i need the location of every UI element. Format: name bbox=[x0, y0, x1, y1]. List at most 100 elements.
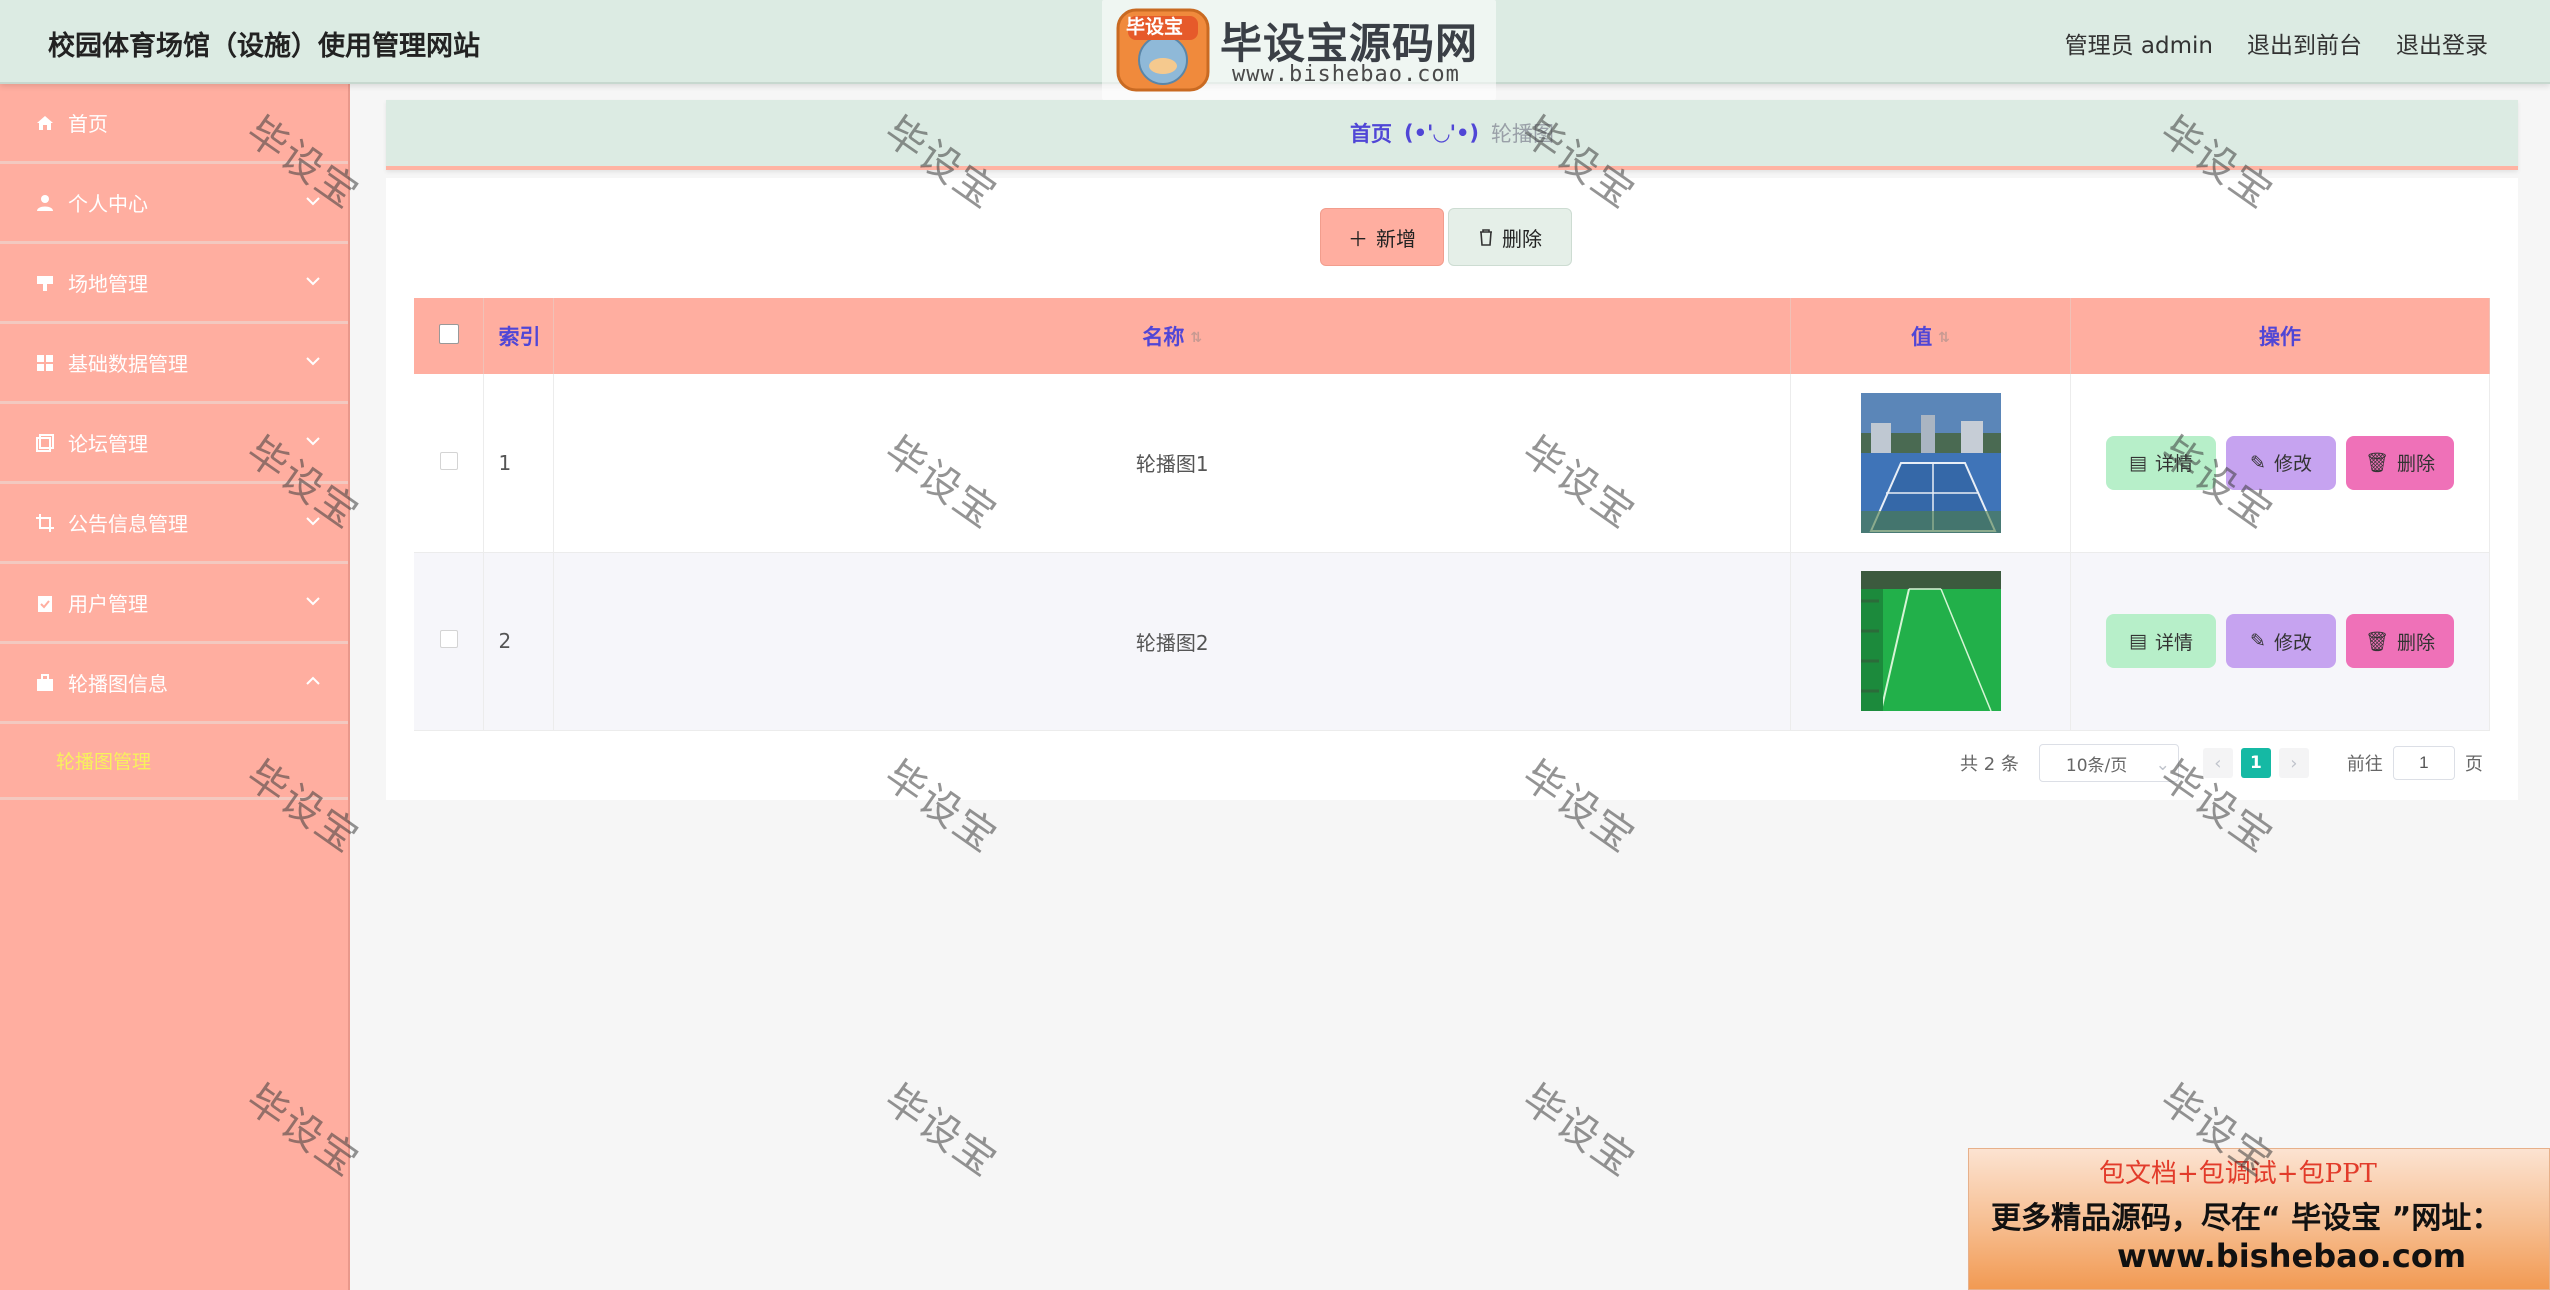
pagination-total: 共 2 条 bbox=[1960, 754, 2019, 775]
sidebar-item-label: 首页 bbox=[68, 112, 108, 136]
header-actions: 管理员 admin 退出到前台 退出登录 bbox=[2065, 26, 2488, 60]
carousel-table: 索引 名称 ⇅ 值 ⇅ 操作 1 轮播图1 ▤ 详情 ✎ 修改 🗑 删除 2 轮… bbox=[414, 298, 2490, 731]
sidebar: 首页 个人中心 场地管理 基础数据管理 论坛管理 公告信息管理 用户管理 轮播图… bbox=[0, 84, 350, 1290]
sidebar-item-label: 场地管理 bbox=[68, 272, 148, 296]
row-checkbox[interactable] bbox=[439, 451, 458, 470]
goto-label: 前往 bbox=[2346, 754, 2383, 775]
page-suffix: 页 bbox=[2464, 754, 2483, 775]
table-header-row: 索引 名称 ⇅ 值 ⇅ 操作 bbox=[414, 298, 2490, 374]
breadcrumb: 首页 (•'◡'•) 轮播图 bbox=[386, 100, 2518, 170]
clipboard-icon bbox=[34, 592, 56, 614]
ad-line-1: 包文档+包调试+包PPT bbox=[2099, 1159, 2377, 1189]
document-icon: ▤ bbox=[2129, 451, 2147, 474]
detail-button[interactable]: ▤ 详情 bbox=[2106, 435, 2216, 490]
admin-label: 管理员 admin bbox=[2064, 33, 2213, 59]
logo-url: www.bishebao.com bbox=[1232, 62, 1460, 87]
edit-button-label: 修改 bbox=[2273, 631, 2312, 654]
edit-button[interactable]: ✎ 修改 bbox=[2226, 614, 2336, 668]
select-all-cell bbox=[414, 298, 485, 374]
chevron-down-icon bbox=[306, 197, 320, 206]
chevron-down-icon bbox=[306, 517, 320, 526]
row-ops-cell: ▤ 详情 ✎ 修改 🗑 删除 bbox=[2070, 552, 2490, 731]
column-header-ops: 操作 bbox=[2070, 298, 2490, 374]
row-name: 轮播图2 bbox=[553, 552, 1792, 731]
sidebar-item-users[interactable]: 用户管理 bbox=[0, 564, 348, 644]
ad-line-2: 更多精品源码，尽在“ 毕设宝 ”网址： bbox=[1991, 1201, 2502, 1236]
chevron-down-icon bbox=[306, 357, 320, 366]
home-icon bbox=[34, 112, 56, 134]
breadcrumb-current: 轮播图 bbox=[1491, 122, 1555, 146]
column-header-index: 索引 bbox=[483, 298, 555, 374]
soccer-field-photo[interactable] bbox=[1860, 571, 2001, 711]
plus-icon: ＋ bbox=[1348, 226, 1368, 251]
document-icon: ▤ bbox=[2129, 630, 2147, 652]
column-header-value[interactable]: 值 ⇅ bbox=[1790, 298, 2071, 374]
edit-button[interactable]: ✎ 修改 bbox=[2226, 435, 2336, 490]
sort-icon[interactable]: ⇅ bbox=[1938, 330, 1950, 346]
trash-icon: 🗑 bbox=[2364, 452, 2390, 475]
watermark-text: 毕设宝 bbox=[1513, 1076, 1644, 1187]
goto-page-input[interactable] bbox=[2392, 746, 2455, 780]
crop-icon bbox=[34, 512, 56, 534]
sidebar-item-forum[interactable]: 论坛管理 bbox=[0, 404, 348, 484]
sidebar-item-carousel[interactable]: 轮播图信息 bbox=[0, 644, 348, 724]
trash-icon bbox=[1480, 229, 1492, 246]
delete-button[interactable]: 🗑 删除 bbox=[2346, 435, 2454, 490]
column-header-name[interactable]: 名称 ⇅ bbox=[553, 298, 1792, 374]
toolbar: ＋ 新增 删除 bbox=[1320, 208, 1572, 266]
batch-delete-label: 删除 bbox=[1502, 226, 1542, 251]
column-header-value-label: 值 bbox=[1911, 325, 1933, 349]
detail-button[interactable]: ▤ 详情 bbox=[2106, 614, 2216, 668]
pencil-icon: ✎ bbox=[2250, 451, 2266, 474]
grid-icon bbox=[34, 352, 56, 374]
breadcrumb-separator: (•'◡'•) bbox=[1403, 121, 1480, 145]
row-check-cell bbox=[414, 374, 485, 553]
column-header-ops-label: 操作 bbox=[2259, 325, 2301, 349]
edit-button-label: 修改 bbox=[2273, 453, 2312, 476]
chevron-down-icon bbox=[306, 437, 320, 446]
prev-page-button[interactable]: ‹ bbox=[2202, 748, 2233, 778]
sidebar-item-label: 轮播图信息 bbox=[68, 672, 168, 696]
column-header-index-label: 索引 bbox=[498, 325, 541, 349]
tennis-court-photo[interactable] bbox=[1860, 392, 2001, 533]
add-button-label: 新增 bbox=[1376, 226, 1416, 251]
ad-banner[interactable]: 包文档+包调试+包PPT 更多精品源码，尽在“ 毕设宝 ”网址： www.bis… bbox=[1968, 1148, 2550, 1290]
row-check-cell bbox=[414, 552, 485, 731]
sidebar-item-label: 论坛管理 bbox=[68, 432, 148, 456]
page-size-select[interactable]: 10条/页 ⌄ bbox=[2038, 744, 2179, 782]
page-size-value: 10条/页 bbox=[2065, 755, 2128, 776]
sidebar-item-venues[interactable]: 场地管理 bbox=[0, 244, 348, 324]
sidebar-item-home[interactable]: 首页 bbox=[0, 84, 348, 164]
content-panel: ＋ 新增 删除 索引 名称 ⇅ 值 ⇅ 操作 1 轮播图1 ▤ 详情 ✎ 修改 … bbox=[386, 178, 2518, 800]
forum-icon bbox=[34, 432, 56, 454]
logo-watermark: 毕设宝 毕设宝源码网 www.bishebao.com bbox=[1102, 0, 1496, 100]
sidebar-item-notices[interactable]: 公告信息管理 bbox=[0, 484, 348, 564]
row-name: 轮播图1 bbox=[553, 374, 1792, 553]
select-all-checkbox[interactable] bbox=[438, 323, 459, 344]
table-row: 2 轮播图2 ▤ 详情 ✎ 修改 🗑 删除 bbox=[414, 552, 2490, 731]
to-front-link[interactable]: 退出到前台 bbox=[2247, 26, 2362, 60]
logout-link[interactable]: 退出登录 bbox=[2396, 26, 2488, 60]
chevron-up-icon bbox=[306, 676, 320, 685]
next-page-button[interactable]: › bbox=[2278, 748, 2309, 778]
column-header-name-label: 名称 bbox=[1142, 325, 1185, 349]
sidebar-item-profile[interactable]: 个人中心 bbox=[0, 164, 348, 244]
watermark-text: 毕设宝 bbox=[875, 1076, 1006, 1187]
delete-button[interactable]: 🗑 删除 bbox=[2346, 614, 2454, 668]
row-value-cell bbox=[1790, 552, 2071, 731]
pagination: 共 2 条 10条/页 ⌄ ‹ 1 › 前往 页 bbox=[1960, 744, 2483, 782]
sidebar-subitem-carousel-manage[interactable]: 轮播图管理 bbox=[0, 724, 348, 800]
row-index: 1 bbox=[483, 374, 555, 553]
sort-icon[interactable]: ⇅ bbox=[1190, 330, 1202, 346]
add-button[interactable]: ＋ 新增 bbox=[1320, 208, 1444, 266]
breadcrumb-home[interactable]: 首页 bbox=[1350, 118, 1392, 148]
page-number-active[interactable]: 1 bbox=[2240, 748, 2271, 778]
row-checkbox[interactable] bbox=[439, 630, 458, 648]
batch-delete-button[interactable]: 删除 bbox=[1448, 208, 1572, 266]
chevron-down-icon bbox=[306, 597, 320, 606]
top-header: 校园体育场馆（设施）使用管理网站 毕设宝 毕设宝源码网 www.bishebao… bbox=[0, 0, 2550, 100]
venue-icon bbox=[34, 272, 56, 294]
sidebar-item-base-data[interactable]: 基础数据管理 bbox=[0, 324, 348, 404]
row-index: 2 bbox=[483, 552, 555, 731]
sidebar-item-label: 基础数据管理 bbox=[68, 352, 188, 376]
